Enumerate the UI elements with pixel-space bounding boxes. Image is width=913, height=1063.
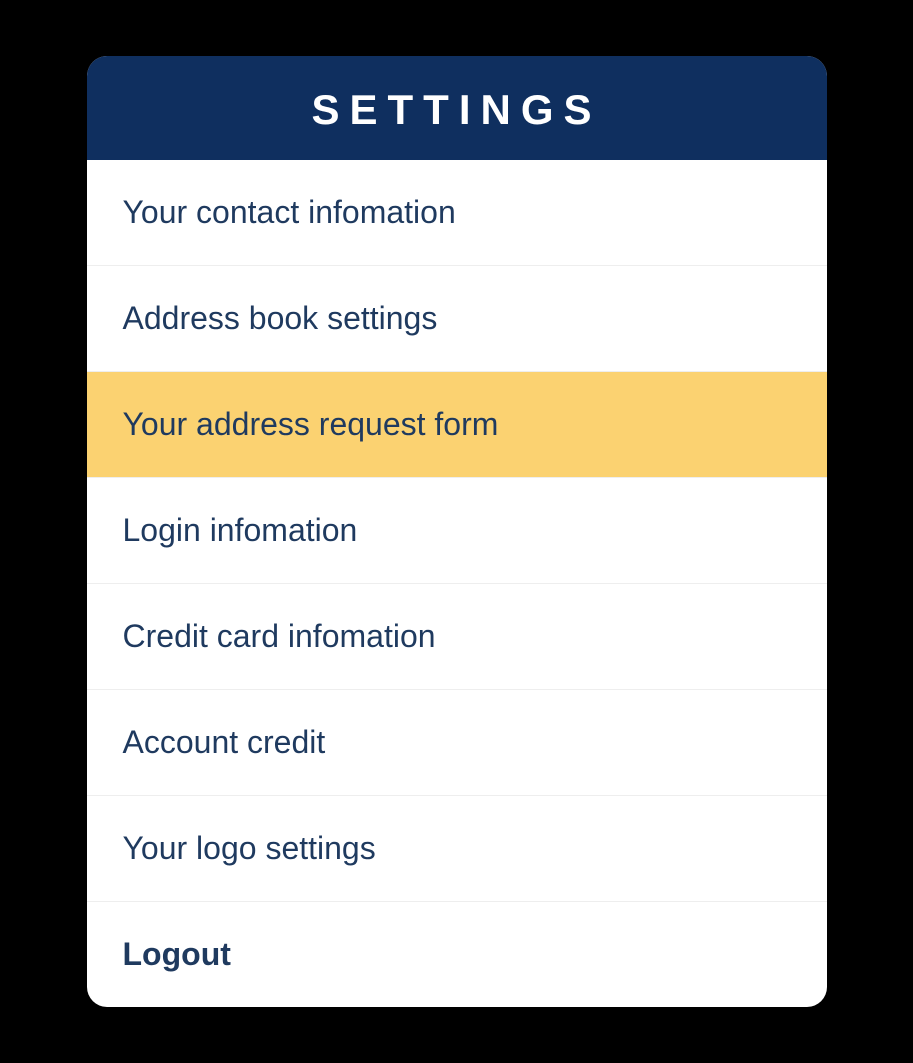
menu-item-logo-settings[interactable]: Your logo settings xyxy=(87,796,827,902)
menu-item-label: Your contact infomation xyxy=(123,194,456,230)
settings-header: SETTINGS xyxy=(87,56,827,160)
menu-item-credit-card-information[interactable]: Credit card infomation xyxy=(87,584,827,690)
menu-item-login-information[interactable]: Login infomation xyxy=(87,478,827,584)
menu-item-account-credit[interactable]: Account credit xyxy=(87,690,827,796)
menu-item-label: Credit card infomation xyxy=(123,618,436,654)
menu-item-logout[interactable]: Logout xyxy=(87,902,827,1007)
menu-item-label: Your logo settings xyxy=(123,830,376,866)
menu-item-address-request-form[interactable]: Your address request form xyxy=(87,372,827,478)
settings-title: SETTINGS xyxy=(311,86,601,133)
menu-item-label: Logout xyxy=(123,936,231,972)
menu-item-label: Address book settings xyxy=(123,300,438,336)
menu-item-label: Your address request form xyxy=(123,406,499,442)
settings-panel: SETTINGS Your contact infomation Address… xyxy=(87,56,827,1007)
menu-item-label: Account credit xyxy=(123,724,326,760)
menu-item-label: Login infomation xyxy=(123,512,358,548)
menu-item-address-book-settings[interactable]: Address book settings xyxy=(87,266,827,372)
menu-item-contact-information[interactable]: Your contact infomation xyxy=(87,160,827,266)
